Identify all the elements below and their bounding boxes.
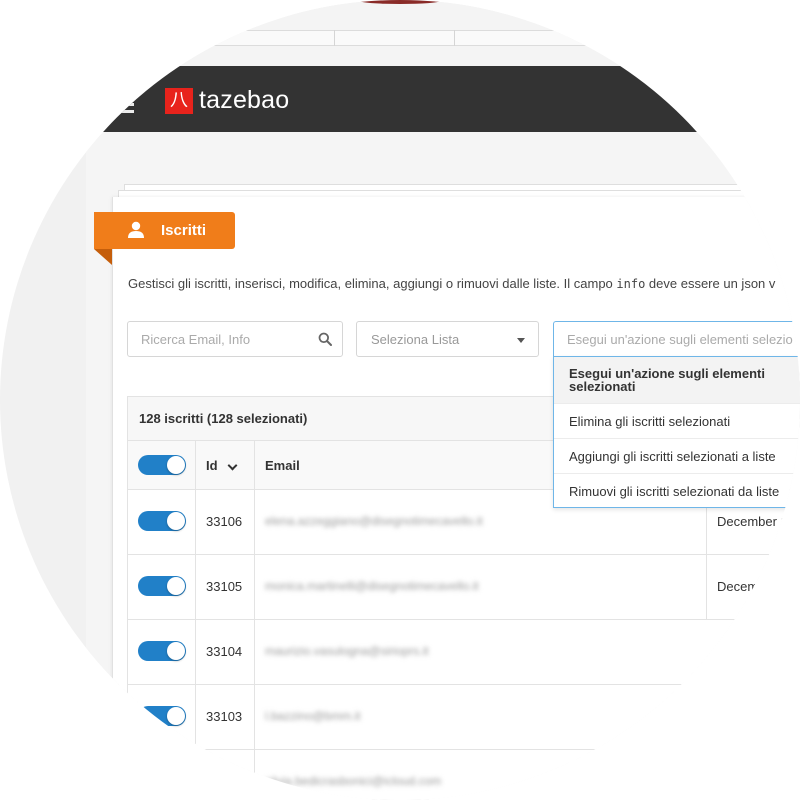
- row-email: elena.azzeggiano@disegnotimecavello.it: [265, 514, 483, 528]
- row-id: 33106: [206, 514, 243, 529]
- row-select-toggle[interactable]: [138, 576, 186, 596]
- row-id: 33103: [206, 709, 243, 724]
- select-all-toggle[interactable]: [138, 455, 186, 475]
- row-select-toggle[interactable]: [138, 511, 186, 531]
- caret-down-icon: [517, 338, 525, 343]
- column-divider: [254, 620, 255, 685]
- table-row[interactable]: 33104 maurizio.vasulogna@sirioprs.it: [128, 620, 800, 685]
- column-divider: [254, 685, 255, 750]
- column-divider: [254, 555, 255, 620]
- tab-divider: [454, 30, 455, 46]
- column-divider: [195, 750, 196, 800]
- search-box[interactable]: [127, 321, 343, 357]
- selection-count: 128 iscritti (128 selezionati): [139, 411, 308, 426]
- column-divider: [254, 441, 255, 490]
- description-text: Gestisci gli iscritti, inserisci, modifi…: [128, 276, 617, 291]
- column-divider: [254, 490, 255, 555]
- table-row[interactable]: 33105 monica.martinelli@disegnotimecavel…: [128, 555, 800, 620]
- column-divider: [195, 555, 196, 620]
- row-select-toggle[interactable]: [138, 771, 186, 791]
- description-text-end: deve essere un json v: [645, 276, 776, 291]
- list-select[interactable]: Seleziona Lista: [356, 321, 539, 357]
- row-date: Decem: [717, 579, 759, 594]
- tab-divider: [334, 30, 335, 46]
- row-email: l.bazzino@bmm.it: [265, 709, 361, 723]
- table-row[interactable]: silvia.bedicrasbonici@icloud.com: [128, 750, 800, 800]
- column-divider: [195, 685, 196, 750]
- row-email: maurizio.vasulogna@sirioprs.it: [265, 644, 429, 658]
- row-select-toggle[interactable]: [138, 706, 186, 726]
- section-description: Gestisci gli iscritti, inserisci, modifi…: [128, 276, 775, 291]
- search-input[interactable]: [128, 322, 308, 356]
- browser-chrome: [0, 0, 800, 66]
- column-header-email[interactable]: Email: [265, 458, 300, 473]
- dropdown-option-delete[interactable]: Elimina gli iscritti selezionati: [554, 404, 800, 439]
- browser-accent: [360, 0, 440, 4]
- section-ribbon: Iscritti: [94, 212, 235, 249]
- browser-tab-bar: [210, 30, 630, 46]
- row-date: December 1: [717, 514, 788, 529]
- row-email: silvia.bedicrasbonici@icloud.com: [265, 774, 442, 788]
- description-code: info: [616, 277, 646, 291]
- column-divider: [706, 555, 707, 620]
- column-divider: [195, 620, 196, 685]
- table-row[interactable]: 33103 l.bazzino@bmm.it: [128, 685, 800, 750]
- column-header-id[interactable]: Id: [206, 458, 218, 473]
- user-icon: [128, 221, 144, 238]
- action-dropdown-menu: Esegui un'azione sugli elementi selezion…: [553, 356, 800, 508]
- ribbon-fold: [94, 249, 112, 265]
- column-divider: [195, 490, 196, 555]
- row-id: 33104: [206, 644, 243, 659]
- screenshot-viewport: 八 tazebao Iscritti Gestisci gli iscritti…: [0, 0, 800, 800]
- search-icon[interactable]: [318, 332, 332, 346]
- logo-icon[interactable]: 八: [165, 88, 193, 114]
- action-select-label: Esegui un'azione sugli elementi selezio: [567, 332, 793, 347]
- dropdown-option-add-to-lists[interactable]: Aggiungi gli iscritti selezionati a list…: [554, 439, 800, 474]
- column-divider: [195, 441, 196, 490]
- list-select-label: Seleziona Lista: [371, 332, 460, 347]
- row-select-toggle[interactable]: [138, 641, 186, 661]
- dropdown-option-remove-from-lists[interactable]: Rimuovi gli iscritti selezionati da list…: [554, 474, 800, 507]
- sort-chevron-icon[interactable]: [227, 460, 238, 471]
- row-id: 33105: [206, 579, 243, 594]
- section-title: Iscritti: [161, 222, 207, 239]
- action-select[interactable]: Esegui un'azione sugli elementi selezio: [553, 321, 800, 357]
- row-email: monica.martinelli@disegnotimecavello.it: [265, 579, 479, 593]
- menu-icon[interactable]: [116, 96, 134, 117]
- column-divider: [254, 750, 255, 800]
- dropdown-option-default[interactable]: Esegui un'azione sugli elementi selezion…: [554, 357, 800, 404]
- app-logo-text[interactable]: tazebao: [199, 86, 289, 115]
